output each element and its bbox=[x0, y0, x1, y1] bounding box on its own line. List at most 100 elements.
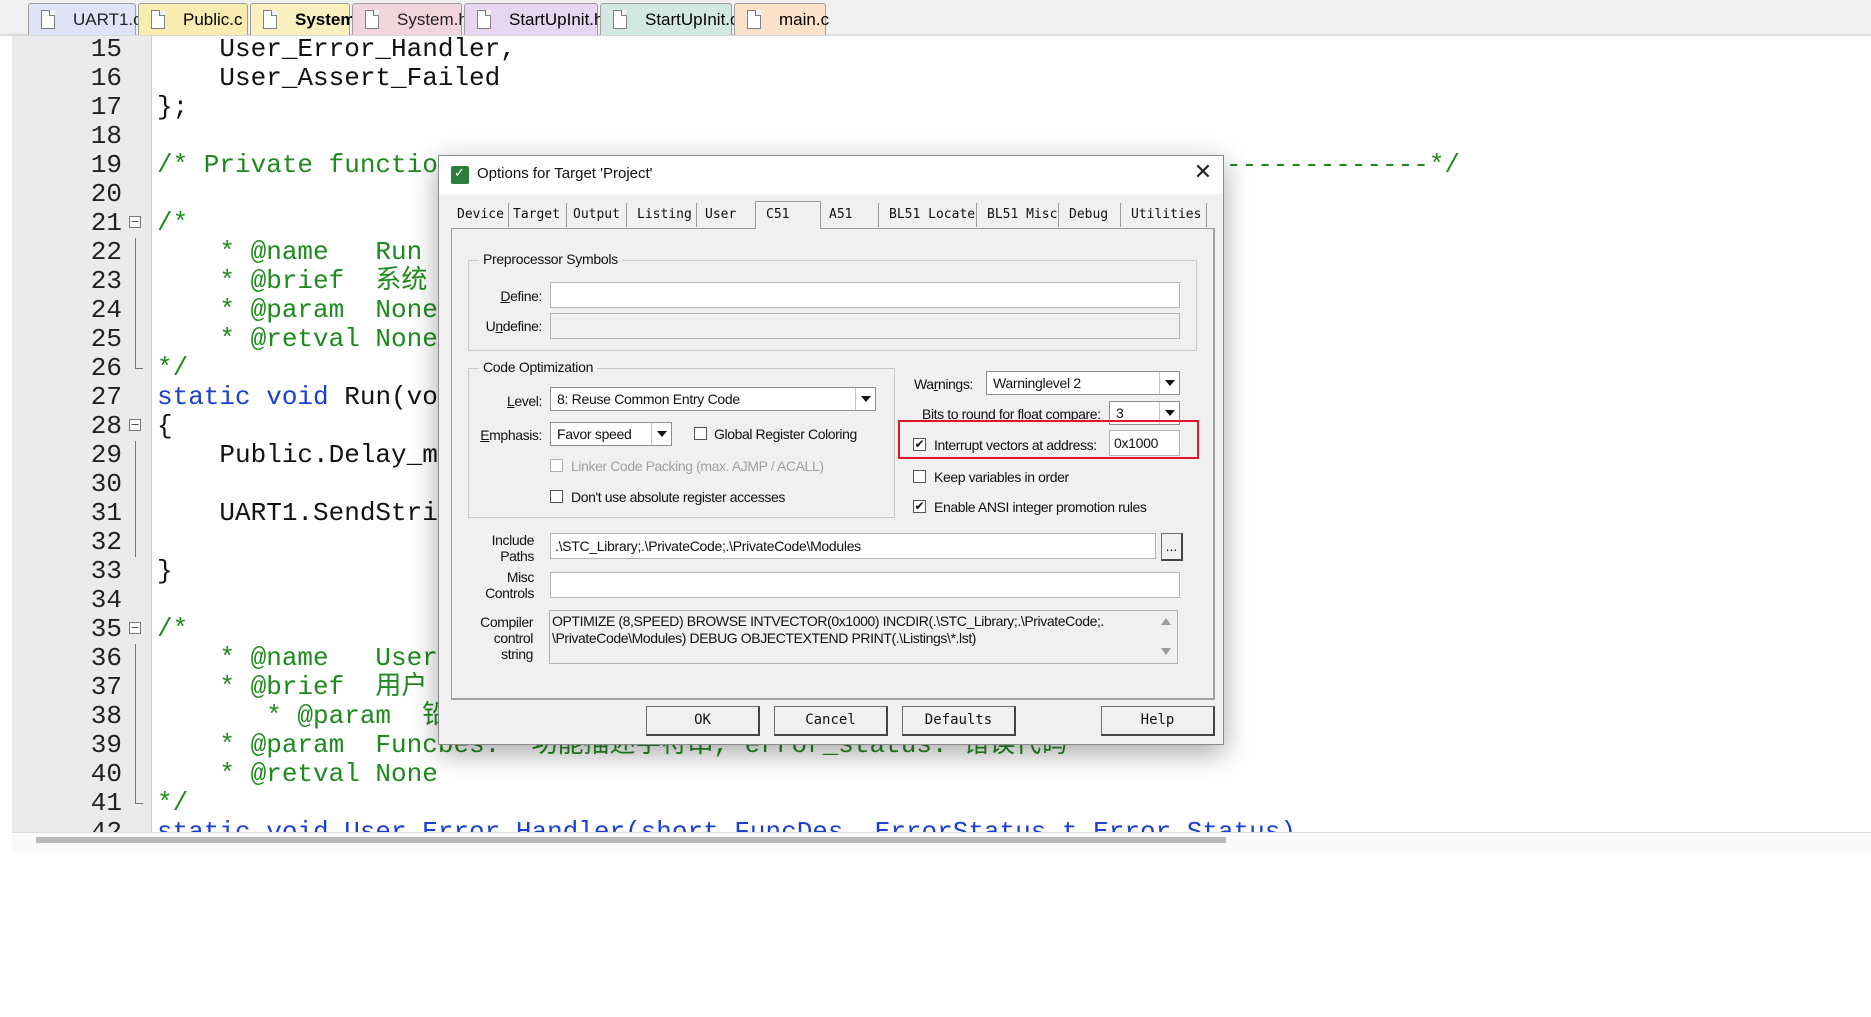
code-line[interactable]: 41 */ bbox=[12, 789, 1871, 818]
code-text: Public.Delay_m bbox=[157, 441, 437, 470]
code-body: { bbox=[157, 411, 173, 441]
fold-line-marker bbox=[129, 644, 143, 673]
preprocessor-group-label: Preprocessor Symbols bbox=[479, 251, 622, 267]
tab-bl51-misc[interactable]: BL51 Misc bbox=[983, 203, 1059, 227]
no-absolute-register-checkbox[interactable] bbox=[550, 490, 563, 503]
file-tab-bar: UART1.c Public.c System.c System.h Start… bbox=[0, 0, 1871, 36]
compiler-control-string-label: Compiler control string bbox=[471, 614, 533, 662]
tab-listing[interactable]: Listing bbox=[633, 203, 697, 227]
fold-gutter bbox=[129, 818, 143, 832]
keep-variables-checkbox[interactable] bbox=[913, 470, 926, 483]
tab-c51[interactable]: C51 bbox=[755, 201, 821, 229]
ok-button[interactable]: OK bbox=[646, 706, 760, 736]
define-input[interactable] bbox=[550, 282, 1180, 308]
file-tab-system-c[interactable]: System.c bbox=[250, 3, 370, 35]
no-absolute-register-label: Don't use absolute register accesses bbox=[571, 489, 785, 505]
scroll-down-icon[interactable] bbox=[1161, 648, 1171, 655]
lower-blank-area bbox=[0, 852, 1871, 1017]
fold-gutter bbox=[129, 36, 143, 64]
tab-output[interactable]: Output bbox=[569, 203, 627, 227]
linker-code-packing-checkbox[interactable] bbox=[550, 459, 563, 472]
code-line[interactable]: 17}; bbox=[12, 93, 1871, 122]
tab-utilities[interactable]: Utilities bbox=[1127, 203, 1207, 227]
tab-debug[interactable]: Debug bbox=[1065, 203, 1121, 227]
file-tab-uart1-c[interactable]: UART1.c bbox=[28, 3, 142, 35]
ansi-promotion-checkbox[interactable]: ✔ bbox=[913, 500, 926, 513]
fold-collapse-icon[interactable]: − bbox=[129, 615, 143, 644]
fold-gutter bbox=[129, 64, 143, 93]
dialog-title-bar[interactable]: Options for Target 'Project' ✕ bbox=[439, 156, 1223, 194]
code-line[interactable]: 15 User_Error_Handler, bbox=[12, 36, 1871, 64]
code-line[interactable]: 42 static void User_Error_Handler(short F… bbox=[12, 817, 1871, 833]
code-body: User_Assert_Failed bbox=[157, 63, 501, 93]
emphasis-select[interactable]: Favor speed bbox=[550, 422, 672, 446]
code-text: static void User_Error_Handler(short Fun… bbox=[157, 817, 1296, 833]
code-text: * @retval None bbox=[157, 760, 437, 789]
tab-target[interactable]: Target bbox=[509, 203, 567, 227]
interrupt-vectors-address-input[interactable]: 0x1000 bbox=[1109, 430, 1180, 456]
line-number: 28 bbox=[90, 411, 122, 441]
compiler-control-string[interactable]: OPTIMIZE (8,SPEED) BROWSE INTVECTOR(0x10… bbox=[549, 610, 1178, 664]
file-tab-startupinit-c[interactable]: StartUpInit.c bbox=[600, 3, 739, 35]
help-button[interactable]: Help bbox=[1101, 706, 1215, 736]
misc-controls-input[interactable] bbox=[550, 572, 1180, 598]
compiler-string-scrollbar[interactable] bbox=[1157, 612, 1175, 662]
line-number: 33 bbox=[90, 556, 122, 586]
chevron-down-icon bbox=[855, 388, 875, 410]
line-number: 34 bbox=[90, 585, 122, 615]
chevron-down-icon bbox=[1159, 402, 1179, 424]
chevron-down-icon bbox=[1159, 372, 1179, 394]
file-tab-system-h[interactable]: System.h bbox=[352, 3, 468, 35]
code-line[interactable]: 40 * @retval None bbox=[12, 760, 1871, 789]
interrupt-vectors-checkbox[interactable]: ✔ bbox=[913, 438, 926, 451]
close-icon[interactable]: ✕ bbox=[1191, 162, 1215, 186]
file-icon bbox=[41, 10, 55, 29]
file-tab-public-c[interactable]: Public.c bbox=[138, 3, 248, 35]
level-select[interactable]: 8: Reuse Common Entry Code bbox=[550, 387, 876, 411]
file-tab-label: Public.c bbox=[183, 9, 243, 29]
file-tab-startupinit-h[interactable]: StartUpInit.h bbox=[464, 3, 604, 35]
code-text: * @brief 用户 bbox=[157, 673, 427, 702]
keep-variables-label: Keep variables in order bbox=[934, 469, 1069, 485]
scroll-up-icon[interactable] bbox=[1161, 618, 1171, 625]
global-register-coloring-checkbox[interactable] bbox=[694, 427, 707, 440]
defaults-button[interactable]: Defaults bbox=[902, 706, 1016, 736]
fold-gutter bbox=[129, 383, 143, 412]
code-line[interactable]: 18 bbox=[12, 122, 1871, 151]
code-body: static void User_Error_Handler(short Fun… bbox=[157, 817, 1296, 833]
file-icon bbox=[747, 10, 761, 29]
code-body: /* bbox=[157, 614, 189, 644]
fold-line-marker bbox=[129, 731, 143, 760]
include-paths-label: Include Paths bbox=[472, 532, 535, 564]
include-paths-browse-button[interactable]: ... bbox=[1161, 533, 1183, 561]
fold-end-marker bbox=[129, 354, 143, 383]
code-text: { bbox=[157, 412, 173, 441]
define-label: Define: bbox=[500, 288, 542, 304]
tab-user[interactable]: User bbox=[701, 203, 747, 227]
include-paths-input[interactable]: .\STC_Library;.\PrivateCode;.\PrivateCod… bbox=[550, 533, 1156, 559]
line-number: 19 bbox=[90, 150, 122, 180]
cancel-button[interactable]: Cancel bbox=[774, 706, 888, 736]
warnings-select[interactable]: Warninglevel 2 bbox=[986, 371, 1180, 395]
tab-a51[interactable]: A51 bbox=[825, 203, 879, 227]
code-line[interactable]: 16 User_Assert_Failed bbox=[12, 64, 1871, 93]
code-text: * @brief 系统 bbox=[157, 267, 427, 296]
line-number: 20 bbox=[90, 179, 122, 209]
misc-controls-label-line2: Controls bbox=[485, 585, 534, 601]
horizontal-scrollbar[interactable] bbox=[12, 832, 1871, 852]
fold-collapse-icon[interactable]: − bbox=[129, 412, 143, 441]
tab-bl51-locate[interactable]: BL51 Locate bbox=[885, 203, 977, 227]
tab-device[interactable]: Device bbox=[453, 203, 509, 227]
fold-line-marker bbox=[129, 760, 143, 789]
code-body: */ bbox=[157, 788, 189, 818]
file-tab-main-c[interactable]: main.c bbox=[734, 3, 830, 35]
bits-round-select[interactable]: 3 bbox=[1109, 401, 1180, 425]
code-text: /* bbox=[157, 615, 188, 644]
fold-collapse-icon[interactable]: − bbox=[129, 209, 143, 238]
compiler-label-line2: control bbox=[493, 630, 534, 646]
scrollbar-thumb[interactable] bbox=[36, 837, 1226, 843]
undefine-input[interactable] bbox=[550, 313, 1180, 339]
code-keyword: static void bbox=[157, 382, 329, 412]
fold-line-marker bbox=[129, 673, 143, 702]
file-tab-label: main.c bbox=[779, 9, 830, 29]
